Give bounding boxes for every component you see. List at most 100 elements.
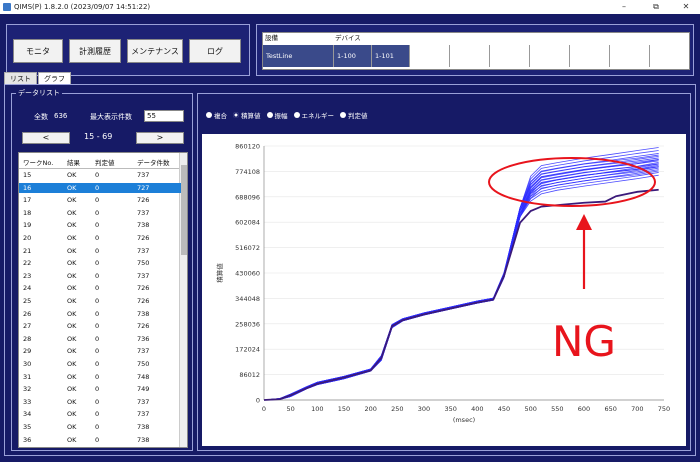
- device-cell-empty: [449, 45, 489, 67]
- result-cell: OK: [67, 297, 77, 305]
- work-no-cell: 19: [23, 221, 32, 230]
- x-axis-label: (msec): [453, 416, 475, 424]
- radio-icon[interactable]: [340, 112, 346, 118]
- radio-icon[interactable]: [266, 112, 273, 118]
- table-row[interactable]: 23 OK 0 737: [19, 271, 181, 282]
- judge-cell: 0: [95, 435, 100, 444]
- table-row[interactable]: 19 OK 0 738: [19, 220, 181, 231]
- device-cell-1[interactable]: 1-100: [333, 45, 371, 67]
- monitor-button[interactable]: モニタ: [13, 39, 63, 63]
- graph-option-label: 積算値: [241, 112, 261, 120]
- device-cell-empty: [649, 45, 689, 67]
- table-row[interactable]: 27 OK 0 726: [19, 321, 181, 332]
- table-row[interactable]: 15 OK 0 737: [19, 170, 181, 181]
- work-no-cell: 31: [23, 372, 32, 381]
- col-judge[interactable]: 判定値: [95, 157, 115, 167]
- graph-option-2[interactable]: 振幅: [266, 110, 288, 120]
- table-row[interactable]: 22 OK 0 750: [19, 258, 181, 269]
- y-tick-label: 86012: [239, 371, 260, 379]
- result-cell: OK: [67, 196, 77, 205]
- scrollbar-thumb[interactable]: [181, 165, 187, 255]
- tab-graph[interactable]: グラフ: [38, 72, 71, 84]
- result-cell: OK: [67, 372, 77, 381]
- table-row[interactable]: 24 OK 0 726: [19, 283, 181, 294]
- table-row[interactable]: 30 OK 0 750: [19, 359, 181, 370]
- radio-icon[interactable]: [206, 112, 212, 118]
- x-tick-label: 150: [338, 405, 350, 413]
- col-result[interactable]: 結果: [67, 157, 80, 167]
- graph-option-1[interactable]: 積算値: [233, 110, 261, 120]
- device-cell-empty: [529, 45, 569, 67]
- graph-option-0[interactable]: 複合: [206, 110, 227, 120]
- judge-cell: 0: [95, 271, 100, 280]
- work-no-cell: 24: [23, 284, 32, 293]
- graph-option-label: 振幅: [274, 112, 288, 120]
- table-row[interactable]: 21 OK 0 737: [19, 246, 181, 257]
- result-cell: OK: [67, 208, 77, 217]
- judge-cell: 0: [95, 259, 100, 268]
- ng-label: NG: [552, 317, 616, 366]
- line-cell[interactable]: TestLine: [263, 45, 333, 67]
- radio-icon[interactable]: [233, 112, 239, 118]
- table-row[interactable]: 25 OK 0 726: [19, 296, 181, 307]
- work-no-cell: 22: [23, 259, 32, 268]
- table-row[interactable]: 34 OK 0 737: [19, 409, 181, 420]
- prev-page-button[interactable]: <: [22, 132, 70, 144]
- x-tick-label: 350: [444, 405, 456, 413]
- log-button[interactable]: ログ: [189, 39, 241, 63]
- table-row[interactable]: 17 OK 0 726: [19, 195, 181, 206]
- graph-option-3[interactable]: エネルギー: [293, 110, 334, 120]
- table-row[interactable]: 16 OK 0 727: [19, 182, 181, 194]
- table-row[interactable]: 32 OK 0 749: [19, 384, 181, 395]
- table-row[interactable]: 29 OK 0 737: [19, 346, 181, 357]
- close-button[interactable]: ✕: [676, 0, 696, 14]
- table-row[interactable]: 33 OK 0 737: [19, 397, 181, 408]
- table-row[interactable]: 35 OK 0 738: [19, 422, 181, 433]
- count-cell: 737: [137, 271, 150, 280]
- result-cell: OK: [67, 234, 77, 242]
- graph-option-4[interactable]: 判定値: [340, 110, 368, 120]
- count-cell: 726: [137, 297, 150, 305]
- judge-cell: 0: [95, 334, 100, 343]
- work-no-cell: 30: [23, 360, 32, 368]
- col-count[interactable]: データ件数: [137, 157, 170, 167]
- result-cell: OK: [67, 410, 77, 419]
- judge-cell: 0: [95, 234, 100, 242]
- history-button[interactable]: 計測履歴: [69, 39, 121, 63]
- total-label: 全数: [34, 113, 48, 121]
- work-no-cell: 20: [23, 234, 32, 242]
- minimize-button[interactable]: –: [614, 0, 634, 14]
- maintenance-button[interactable]: メンテナンス: [127, 39, 183, 63]
- result-cell: OK: [67, 347, 77, 356]
- table-row[interactable]: 26 OK 0 738: [19, 309, 181, 320]
- y-tick-label: 430060: [235, 270, 260, 278]
- radio-icon[interactable]: [293, 112, 300, 118]
- y-tick-label: 774108: [235, 168, 260, 176]
- table-row[interactable]: 36 OK 0 738: [19, 435, 181, 446]
- table-row[interactable]: 31 OK 0 748: [19, 372, 181, 383]
- table-row[interactable]: 18 OK 0 737: [19, 208, 181, 219]
- result-cell: OK: [67, 334, 77, 343]
- table-row[interactable]: 28 OK 0 736: [19, 334, 181, 345]
- graph-option-label: 判定値: [348, 112, 368, 120]
- next-page-button[interactable]: >: [136, 132, 184, 144]
- judge-cell: 0: [95, 385, 100, 394]
- work-no-cell: 34: [23, 410, 32, 419]
- max-count-input[interactable]: 55: [144, 110, 184, 122]
- result-cell: OK: [67, 183, 77, 192]
- col-work-no[interactable]: ワークNo.: [23, 157, 53, 167]
- device-cell-2[interactable]: 1-101: [371, 45, 409, 67]
- count-cell: 737: [137, 208, 150, 217]
- result-cell: OK: [67, 259, 77, 268]
- work-no-cell: 36: [23, 435, 32, 444]
- table-row[interactable]: 20 OK 0 726: [19, 233, 181, 244]
- result-cell: OK: [67, 271, 77, 280]
- y-tick-label: 344048: [235, 295, 260, 303]
- result-cell: OK: [67, 385, 77, 394]
- tab-list[interactable]: リスト: [4, 72, 37, 84]
- work-no-cell: 27: [23, 322, 32, 331]
- equipment-header: 設備: [263, 33, 333, 44]
- ng-highlight-ellipse: [488, 157, 656, 207]
- restore-button[interactable]: ⧉: [646, 0, 666, 14]
- y-tick-label: 860120: [235, 143, 260, 151]
